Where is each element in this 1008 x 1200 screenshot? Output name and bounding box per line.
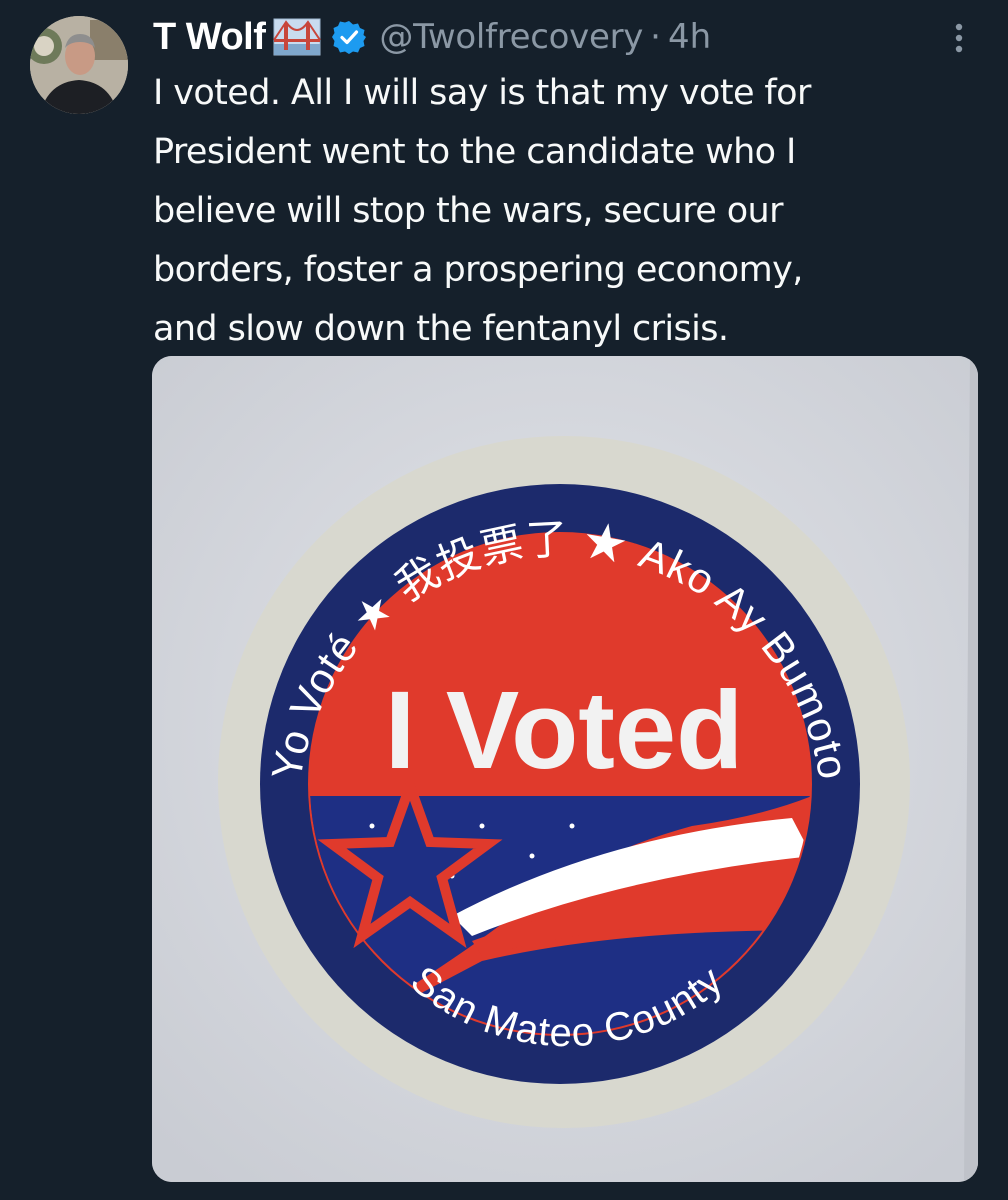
- tweet-text-line: believe will stop the wars, secure our: [153, 191, 784, 231]
- tweet-text-line: President went to the candidate who I: [153, 132, 796, 172]
- sticker-main-text: I Voted: [385, 669, 744, 792]
- tweet-photo[interactable]: I Voted Yo Voté ★ 我投票了 ★ Ako Ay Bumoto S…: [152, 356, 978, 1182]
- tweet-text: I voted. All I will say is that my vote …: [153, 64, 953, 359]
- author-name[interactable]: T Wolf: [153, 16, 266, 59]
- golden-gate-bridge-flag-icon: [273, 18, 322, 56]
- tweet-text-line: borders, foster a prospering economy,: [153, 250, 803, 290]
- tweet: T Wolf @Twolfrecovery · 4h I voted. All …: [0, 0, 1008, 1200]
- tweet-header: T Wolf @Twolfrecovery · 4h: [153, 14, 711, 60]
- more-options-icon[interactable]: [944, 18, 974, 58]
- author-handle[interactable]: @Twolfrecovery: [379, 17, 643, 57]
- tweet-text-line: and slow down the fentanyl crisis.: [153, 309, 729, 349]
- timestamp[interactable]: 4h: [668, 17, 711, 57]
- verified-badge-icon[interactable]: [331, 19, 367, 55]
- tweet-text-line: I voted. All I will say is that my vote …: [153, 73, 811, 113]
- separator-dot: ·: [650, 17, 661, 57]
- avatar[interactable]: [30, 16, 128, 114]
- i-voted-sticker-photo: I Voted Yo Voté ★ 我投票了 ★ Ako Ay Bumoto S…: [152, 356, 978, 1182]
